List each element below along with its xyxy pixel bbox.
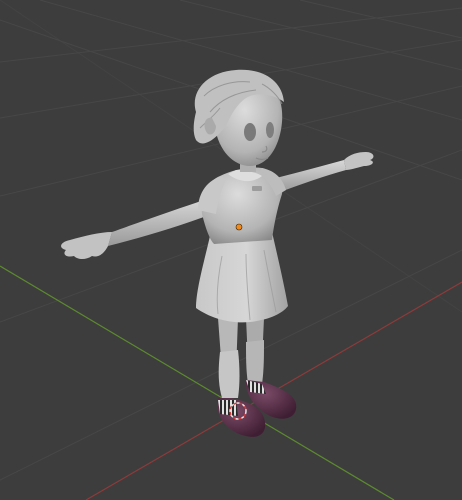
left-hand <box>61 232 112 259</box>
dress-skirt <box>196 232 288 323</box>
left-sock <box>218 350 240 398</box>
origin-point-icon[interactable] <box>235 223 243 231</box>
right-arm <box>276 160 346 192</box>
character-model[interactable] <box>61 69 374 437</box>
left-arm <box>108 198 212 246</box>
3d-viewport[interactable] <box>0 0 462 500</box>
right-sock <box>246 340 264 384</box>
dress-emblem <box>252 186 262 191</box>
right-eye <box>266 122 274 138</box>
right-hand <box>344 152 374 170</box>
viewport-canvas[interactable] <box>0 0 462 500</box>
left-eye <box>244 123 256 141</box>
